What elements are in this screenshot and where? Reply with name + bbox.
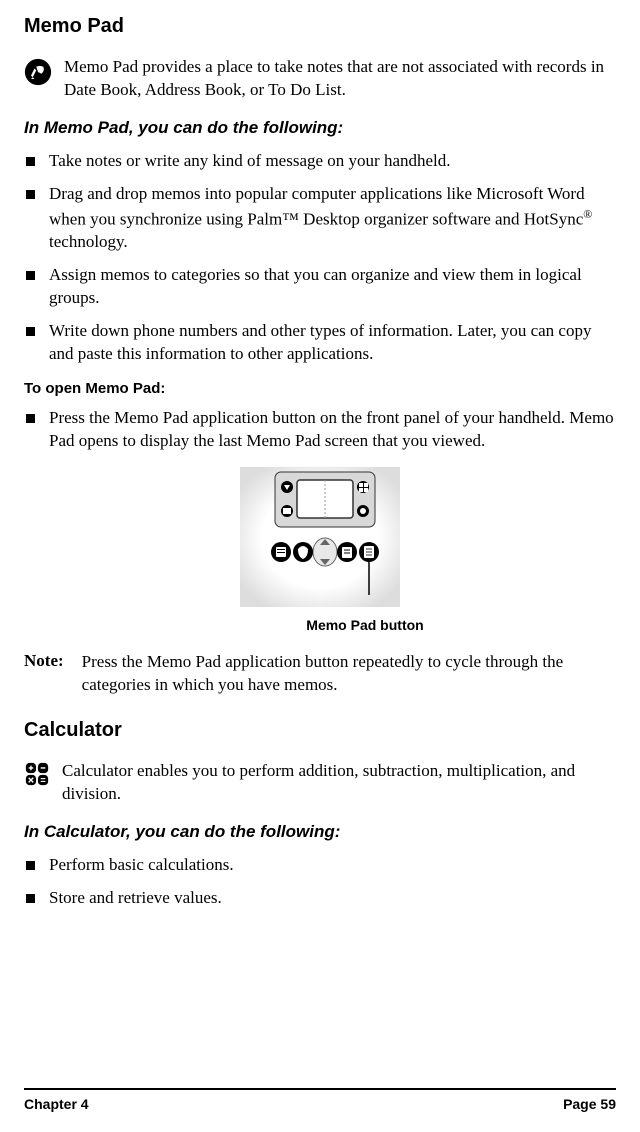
list-item: Assign memos to categories so that you c… — [24, 264, 616, 310]
list-item: Press the Memo Pad application button on… — [24, 407, 616, 453]
subheading-memo-capabilities: In Memo Pad, you can do the following: — [24, 118, 616, 138]
memo-pad-bullets: Take notes or write any kind of message … — [24, 150, 616, 366]
writing-hand-icon — [24, 58, 52, 86]
note-label: Note: — [24, 651, 64, 697]
footer-chapter: Chapter 4 — [24, 1096, 89, 1112]
trademark-symbol: ™ — [282, 209, 299, 228]
list-item: Write down phone numbers and other types… — [24, 320, 616, 366]
open-memopad-bullets: Press the Memo Pad application button on… — [24, 407, 616, 453]
calculator-icon — [24, 761, 50, 787]
bullet-text: Take notes or write any kind of message … — [49, 150, 451, 173]
note-body: Press the Memo Pad application button re… — [82, 651, 616, 697]
calculator-intro-row: Calculator enables you to perform additi… — [24, 760, 616, 806]
calculator-intro-text: Calculator enables you to perform additi… — [62, 760, 616, 806]
bullet-text: Perform basic calculations. — [49, 854, 234, 877]
list-item: Store and retrieve values. — [24, 887, 616, 910]
bullet-icon — [26, 894, 35, 903]
registered-symbol: ® — [583, 207, 592, 221]
footer-page-number: Page 59 — [563, 1096, 616, 1112]
text-segment: Desktop organizer software and HotSync — [299, 209, 583, 228]
list-item: Drag and drop memos into popular compute… — [24, 183, 616, 254]
memo-pad-intro-text: Memo Pad provides a place to take notes … — [64, 56, 616, 102]
memo-pad-button-caption: Memo Pad button — [216, 617, 423, 633]
bullet-text: Store and retrieve values. — [49, 887, 222, 910]
bullet-icon — [26, 861, 35, 870]
bullet-text: Drag and drop memos into popular compute… — [49, 183, 616, 254]
bullet-text: Press the Memo Pad application button on… — [49, 407, 616, 453]
caption-row: Memo Pad button — [24, 617, 616, 633]
list-item: Take notes or write any kind of message … — [24, 150, 616, 173]
bullet-icon — [26, 190, 35, 199]
subheading-open-memopad: To open Memo Pad: — [24, 380, 616, 397]
memo-pad-intro-row: Memo Pad provides a place to take notes … — [24, 56, 616, 102]
bullet-text: Write down phone numbers and other types… — [49, 320, 616, 366]
list-item: Perform basic calculations. — [24, 854, 616, 877]
bullet-icon — [26, 157, 35, 166]
device-illustration-wrap — [24, 467, 616, 607]
bullet-icon — [26, 414, 35, 423]
bullet-icon — [26, 327, 35, 336]
subheading-calculator-capabilities: In Calculator, you can do the following: — [24, 822, 616, 842]
note-row: Note: Press the Memo Pad application but… — [24, 651, 616, 697]
heading-memo-pad: Memo Pad — [24, 15, 616, 38]
bullet-text: Assign memos to categories so that you c… — [49, 264, 616, 310]
heading-calculator: Calculator — [24, 719, 616, 742]
text-segment: technology. — [49, 232, 128, 251]
calculator-bullets: Perform basic calculations. Store and re… — [24, 854, 616, 910]
bullet-icon — [26, 271, 35, 280]
page-footer: Chapter 4 Page 59 — [24, 1088, 616, 1112]
handheld-device-illustration — [220, 467, 420, 607]
